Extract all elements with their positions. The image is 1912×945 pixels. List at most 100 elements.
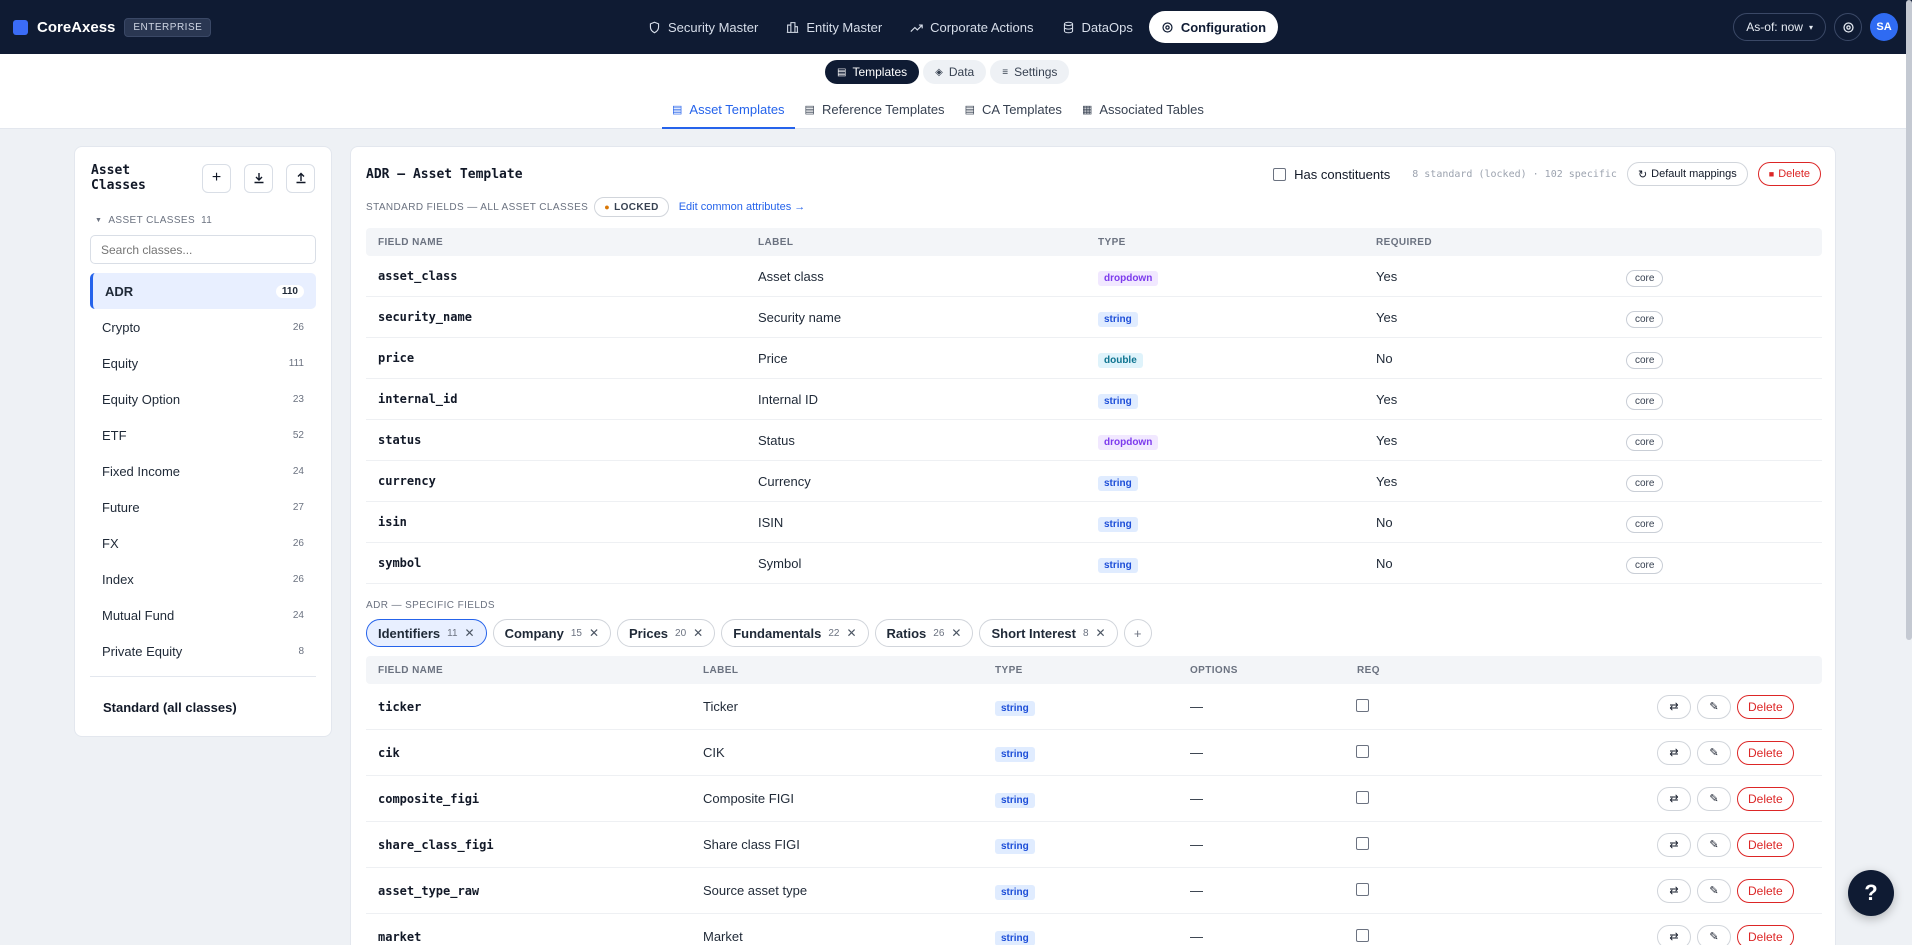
segment-data[interactable]: ◈ Data <box>923 60 987 84</box>
edit-common-attributes-link[interactable]: Edit common attributes → <box>679 201 806 213</box>
edit-button[interactable]: ✎ <box>1697 878 1731 903</box>
table-row[interactable]: asset_class Asset class dropdown Yes core <box>366 256 1822 297</box>
required-checkbox[interactable] <box>1356 928 1369 942</box>
search-classes-input[interactable] <box>90 235 316 264</box>
group-chip-prices[interactable]: Prices 20 ✕ <box>617 619 716 647</box>
table-row[interactable]: security_name Security name string Yes core <box>366 297 1822 338</box>
required-checkbox[interactable] <box>1356 836 1369 850</box>
edit-button[interactable]: ✎ <box>1697 740 1731 765</box>
default-mappings-button[interactable]: ↻ Default mappings <box>1626 162 1748 186</box>
sidebar-item-future[interactable]: Future 27 <box>90 489 316 525</box>
upload-button[interactable] <box>286 163 315 193</box>
field-options: — <box>1190 883 1203 898</box>
group-chip-short-interest[interactable]: Short Interest 8 ✕ <box>979 619 1118 647</box>
swap-button[interactable]: ⇄ <box>1657 924 1691 945</box>
download-button[interactable] <box>244 163 273 193</box>
segment-settings[interactable]: ≡ Settings <box>990 60 1070 84</box>
edit-button[interactable]: ✎ <box>1697 832 1731 857</box>
nav-corporate-actions[interactable]: Corporate Actions <box>898 11 1045 43</box>
table-row[interactable]: ticker Ticker string — ⇄ ✎ Delete <box>366 684 1822 730</box>
delete-template-button[interactable]: ■ Delete <box>1757 162 1821 186</box>
table-row[interactable]: asset_type_raw Source asset type string — ⇄ ✎… <box>366 868 1822 914</box>
close-icon[interactable]: ✕ <box>693 626 703 640</box>
table-row[interactable]: composite_figi Composite FIGI string — ⇄ ✎ Del… <box>366 776 1822 822</box>
has-constituents-toggle[interactable]: Has constituents <box>1273 167 1390 182</box>
class-name: Index <box>102 571 134 587</box>
sidebar-item-equity[interactable]: Equity 111 <box>90 345 316 381</box>
table-row[interactable]: isin ISIN string No core <box>366 502 1822 543</box>
avatar[interactable]: SA <box>1870 13 1898 41</box>
swap-button[interactable]: ⇄ <box>1657 786 1691 811</box>
swap-button[interactable]: ⇄ <box>1657 878 1691 903</box>
brand[interactable]: CoreAxess ENTERPRISE <box>13 17 212 37</box>
sidebar-item-fx[interactable]: FX 26 <box>90 525 316 561</box>
as-of-selector[interactable]: As-of: now ▾ <box>1733 13 1826 41</box>
table-row[interactable]: currency Currency string Yes core <box>366 461 1822 502</box>
nav-security-master[interactable]: Security Master <box>636 11 770 43</box>
class-count: 24 <box>292 465 304 477</box>
tab-reference-templates[interactable]: ▤ Reference Templates <box>795 91 955 129</box>
sidebar-item-adr[interactable]: ADR 110 <box>90 273 316 309</box>
tab-ca-templates[interactable]: ▤ CA Templates <box>955 91 1072 129</box>
group-chip-fundamentals[interactable]: Fundamentals 22 ✕ <box>721 619 869 647</box>
segment-templates[interactable]: ▤ Templates <box>825 60 920 84</box>
tab-asset-templates[interactable]: ▤ Asset Templates <box>662 91 795 129</box>
sidebar-item-etf[interactable]: ETF 52 <box>90 417 316 453</box>
table-row[interactable]: internal_id Internal ID string Yes core <box>366 379 1822 420</box>
swap-button[interactable]: ⇄ <box>1657 694 1691 719</box>
required-checkbox[interactable] <box>1356 744 1369 758</box>
nav-configuration[interactable]: Configuration <box>1148 11 1279 43</box>
sidebar-item-crypto[interactable]: Crypto 26 <box>90 309 316 345</box>
add-group-button[interactable]: + <box>1123 619 1152 647</box>
asset-classes-section[interactable]: ▼ ASSET CLASSES 11 <box>95 215 212 226</box>
table-row[interactable]: price Price double No core <box>366 338 1822 379</box>
field-required: Yes <box>1376 309 1398 325</box>
swap-button[interactable]: ⇄ <box>1657 832 1691 857</box>
delete-row-button[interactable]: Delete <box>1737 740 1794 765</box>
delete-row-button[interactable]: Delete <box>1737 832 1794 857</box>
sidebar-item-private-equity[interactable]: Private Equity 8 <box>90 633 316 669</box>
standard-all-classes[interactable]: Standard (all classes) <box>103 700 237 715</box>
edit-button[interactable]: ✎ <box>1697 694 1731 719</box>
table-row[interactable]: status Status dropdown Yes core <box>366 420 1822 461</box>
page-scrollbar[interactable] <box>1906 0 1912 640</box>
edit-button[interactable]: ✎ <box>1697 786 1731 811</box>
required-checkbox[interactable] <box>1356 790 1369 804</box>
delete-row-button[interactable]: Delete <box>1737 694 1794 719</box>
group-chip-ratios[interactable]: Ratios 26 ✕ <box>874 619 974 647</box>
close-icon[interactable]: ✕ <box>589 626 599 640</box>
sidebar-item-index[interactable]: Index 26 <box>90 561 316 597</box>
swap-button[interactable]: ⇄ <box>1657 740 1691 765</box>
delete-row-button[interactable]: Delete <box>1737 878 1794 903</box>
tab-associated-tables[interactable]: ▦ Associated Tables <box>1072 91 1214 129</box>
has-constituents-checkbox[interactable] <box>1273 167 1287 181</box>
sidebar-item-mutual-fund[interactable]: Mutual Fund 24 <box>90 597 316 633</box>
close-icon[interactable]: ✕ <box>465 626 475 640</box>
table-row[interactable]: market Market string — ⇄ ✎ Delete <box>366 914 1822 945</box>
field-name: share_class_figi <box>378 837 494 852</box>
delete-row-button[interactable]: Delete <box>1737 786 1794 811</box>
required-checkbox[interactable] <box>1356 698 1369 712</box>
sidebar-item-equity-option[interactable]: Equity Option 23 <box>90 381 316 417</box>
column-header: OPTIONS <box>1190 664 1238 676</box>
nav-dataops[interactable]: DataOps <box>1050 11 1145 43</box>
class-name: Future <box>102 499 140 515</box>
help-button[interactable]: ? <box>1848 870 1894 916</box>
close-icon[interactable]: ✕ <box>846 626 856 640</box>
group-chip-identifiers[interactable]: Identifiers 11 ✕ <box>366 619 487 647</box>
class-count: 24 <box>292 609 304 621</box>
delete-row-button[interactable]: Delete <box>1737 924 1794 945</box>
type-badge: string <box>1098 393 1138 409</box>
table-row[interactable]: symbol Symbol string No core <box>366 543 1822 584</box>
close-icon[interactable]: ✕ <box>951 626 961 640</box>
sidebar-item-fixed-income[interactable]: Fixed Income 24 <box>90 453 316 489</box>
group-chip-company[interactable]: Company 15 ✕ <box>492 619 611 647</box>
settings-button[interactable] <box>1834 13 1862 41</box>
add-class-button[interactable]: + <box>202 163 231 193</box>
nav-entity-master[interactable]: Entity Master <box>774 11 894 43</box>
edit-button[interactable]: ✎ <box>1697 924 1731 945</box>
table-row[interactable]: cik CIK string — ⇄ ✎ Delete <box>366 730 1822 776</box>
close-icon[interactable]: ✕ <box>1096 626 1106 640</box>
required-checkbox[interactable] <box>1356 882 1369 896</box>
table-row[interactable]: share_class_figi Share class FIGI string — ⇄… <box>366 822 1822 868</box>
